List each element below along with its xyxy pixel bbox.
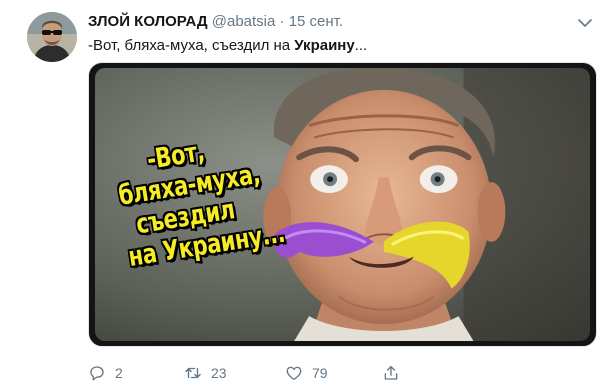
share-button[interactable]: [382, 362, 409, 384]
tweet-date[interactable]: 15 сент.: [289, 13, 343, 30]
like-button[interactable]: 79: [285, 362, 328, 384]
retweet-count: 23: [211, 365, 227, 381]
avatar-image: [27, 12, 77, 62]
separator-dot: ·: [279, 13, 285, 30]
tweet-text: -Вот, бляха-муха, съездил на Украину...: [88, 36, 367, 56]
user-handle[interactable]: @abatsia: [212, 13, 276, 30]
retweet-icon: [185, 367, 201, 379]
tweet: ЗЛОЙ КОЛОРАД @abatsia · 15 сент. -Вот, б…: [0, 0, 614, 392]
tweet-header: ЗЛОЙ КОЛОРАД @abatsia · 15 сент.: [88, 12, 594, 32]
tweet-media[interactable]: -Вот, бляха-муха, съездил на Украину...: [88, 62, 597, 347]
retweet-button[interactable]: 23: [184, 362, 227, 384]
media-frame: -Вот, бляха-муха, съездил на Украину...: [95, 68, 590, 341]
reply-icon: [90, 366, 104, 381]
tweet-actions: 2 23 79: [88, 362, 588, 384]
display-name[interactable]: ЗЛОЙ КОЛОРАД: [88, 13, 208, 30]
reply-button[interactable]: 2: [88, 362, 123, 384]
tweet-text-plain: -Вот, бляха-муха, съездил на: [88, 37, 295, 54]
chevron-down-icon[interactable]: [576, 14, 594, 32]
tweet-text-tail: ...: [354, 37, 368, 54]
reply-count: 2: [115, 365, 123, 381]
meme-caption: -Вот, бляха-муха, съездил на Украину...: [112, 131, 287, 273]
share-icon: [384, 365, 398, 380]
tweet-text-bold[interactable]: Украину: [294, 37, 354, 54]
like-count: 79: [312, 365, 328, 381]
avatar[interactable]: [27, 12, 77, 62]
heart-icon: [286, 366, 302, 381]
